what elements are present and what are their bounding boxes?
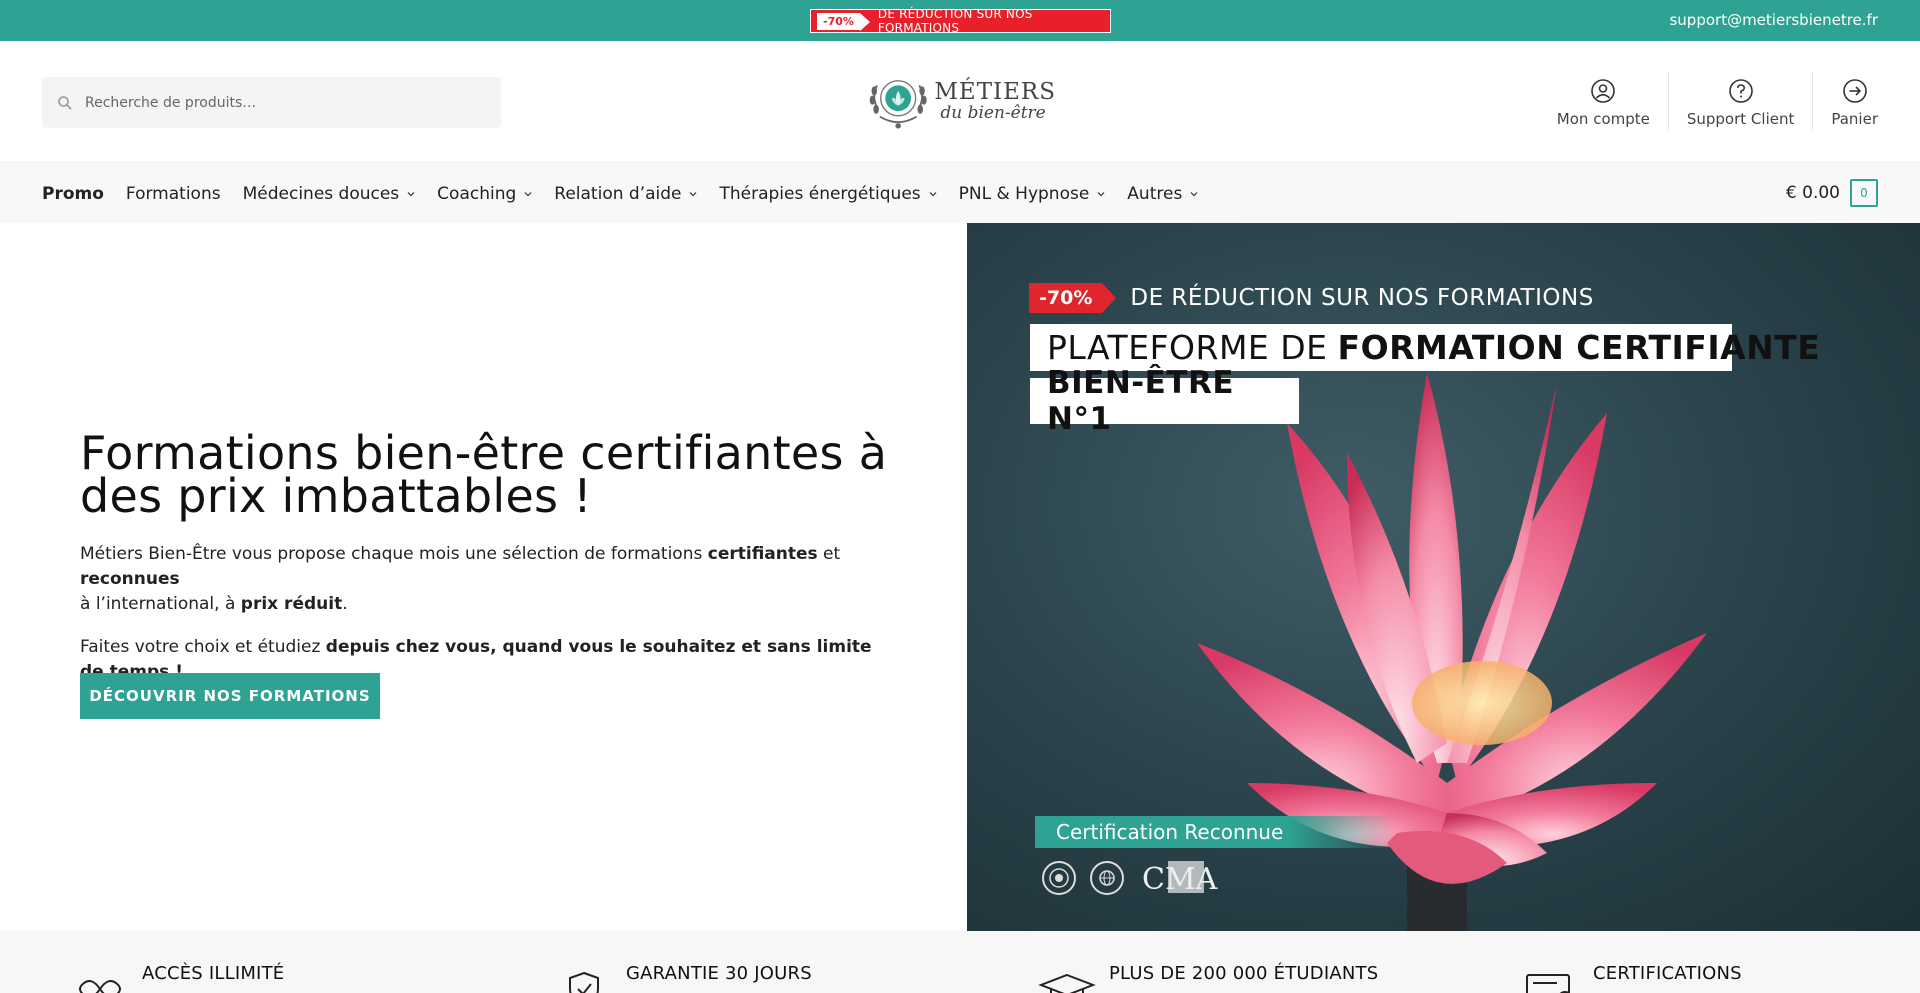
cma-logo: CMA	[1138, 857, 1238, 899]
chevron-down-icon	[1097, 191, 1105, 196]
certification-seal-icon	[1042, 861, 1076, 895]
feature-certifications: CERTIFICATIONS	[1521, 963, 1742, 993]
nav-item-coaching[interactable]: Coaching	[437, 184, 532, 204]
help-icon	[1728, 79, 1753, 103]
search-input[interactable]	[85, 94, 465, 111]
chevron-down-icon	[929, 191, 937, 196]
logo-emblem-icon	[869, 80, 927, 129]
image-promo-percent: -70%	[1029, 283, 1117, 313]
header-actions: Mon compte Support Client Panier	[1539, 72, 1878, 130]
site-logo[interactable]: MÉTIERS du bien-être	[866, 68, 1056, 134]
promo-text: DE RÉDUCTION SUR NOS FORMATIONS	[877, 7, 1033, 35]
graduation-cap-icon	[1038, 973, 1096, 993]
main-nav: Promo Formations Médecines douces Coachi…	[0, 162, 1920, 223]
search-box[interactable]	[42, 77, 501, 128]
chevron-down-icon	[1190, 191, 1198, 196]
cart-count-badge: 0	[1850, 179, 1878, 207]
feature-guarantee: GARANTIE 30 JOURS	[554, 963, 812, 993]
nav-item-autres[interactable]: Autres	[1127, 184, 1198, 204]
nav-item-pnl-hypnose[interactable]: PNL & Hypnose	[959, 184, 1106, 204]
cart-link[interactable]: Panier	[1813, 72, 1878, 130]
image-headline: PLATEFORME DE FORMATION CERTIFIANTE	[1030, 324, 1820, 371]
features-bar: ACCÈS ILLIMITÉ GARANTIE 30 JOURS PLUS DE…	[0, 931, 1920, 993]
mini-cart[interactable]: € 0.00 0	[1786, 179, 1878, 207]
support-link[interactable]: Support Client	[1669, 72, 1814, 130]
certificate-icon	[1526, 974, 1571, 993]
chevron-down-icon	[524, 191, 532, 196]
hero-text: Formations bien-être certifiantes à des …	[80, 426, 900, 685]
discover-formations-button[interactable]: DÉCOUVRIR NOS FORMATIONS	[80, 673, 380, 719]
feature-label: PLUS DE 200 000 ÉTUDIANTS	[1109, 963, 1379, 984]
feature-label: CERTIFICATIONS	[1593, 963, 1742, 984]
certification-logos: CMA	[1042, 857, 1238, 899]
feature-label: ACCÈS ILLIMITÉ	[142, 963, 285, 984]
certification-label: Certification Reconnue	[1035, 816, 1395, 848]
user-icon	[1591, 79, 1616, 103]
support-label: Support Client	[1686, 110, 1795, 128]
shield-check-icon	[569, 971, 599, 993]
promo-banner[interactable]: -70% DE RÉDUCTION SUR NOS FORMATIONS	[810, 7, 1111, 35]
logo-title: MÉTIERS	[934, 79, 1056, 105]
my-account-label: Mon compte	[1556, 110, 1650, 128]
chevron-down-icon	[690, 191, 697, 196]
nav-item-medecines-douces[interactable]: Médecines douces	[243, 184, 416, 204]
support-email-link[interactable]: support@metiersbienetre.fr	[1669, 11, 1878, 29]
nav-item-formations[interactable]: Formations	[126, 184, 221, 204]
promo-percent: -70%	[817, 12, 870, 31]
globe-laurel-icon	[1090, 861, 1124, 895]
nav-item-therapies-energetiques[interactable]: Thérapies énergétiques	[719, 184, 937, 204]
infinity-icon	[79, 980, 121, 993]
logo-subtitle: du bien-être	[940, 103, 1046, 123]
hero-title: Formations bien-être certifiantes à des …	[80, 426, 888, 523]
feature-students: PLUS DE 200 000 ÉTUDIANTS	[1037, 963, 1378, 993]
cart-label: Panier	[1831, 110, 1878, 128]
cart-arrow-icon	[1842, 79, 1867, 103]
cart-amount: € 0.00	[1785, 183, 1840, 203]
image-promo-text: DE RÉDUCTION SUR NOS FORMATIONS	[1130, 285, 1594, 311]
feature-unlimited-access: ACCÈS ILLIMITÉ	[70, 963, 284, 993]
top-bar: -70% DE RÉDUCTION SUR NOS FORMATIONS sup…	[0, 0, 1920, 41]
search-icon	[57, 95, 73, 111]
image-promo-badge: -70% DE RÉDUCTION SUR NOS FORMATIONS	[1029, 283, 1594, 313]
nav-item-relation-aide[interactable]: Relation d’aide	[554, 184, 697, 204]
my-account-link[interactable]: Mon compte	[1539, 72, 1669, 130]
hero-description: Métiers Bien-Être vous propose chaque mo…	[80, 544, 841, 614]
nav-item-promo[interactable]: Promo	[42, 184, 104, 204]
chevron-down-icon	[407, 191, 415, 196]
svg-text:CMA: CMA	[1142, 862, 1218, 897]
hero-banner-image[interactable]: -70% DE RÉDUCTION SUR NOS FORMATIONS PLA…	[967, 223, 1920, 931]
image-subheadline: BIEN-ÊTRE N°1	[1030, 365, 1299, 437]
feature-label: GARANTIE 30 JOURS	[626, 963, 812, 984]
